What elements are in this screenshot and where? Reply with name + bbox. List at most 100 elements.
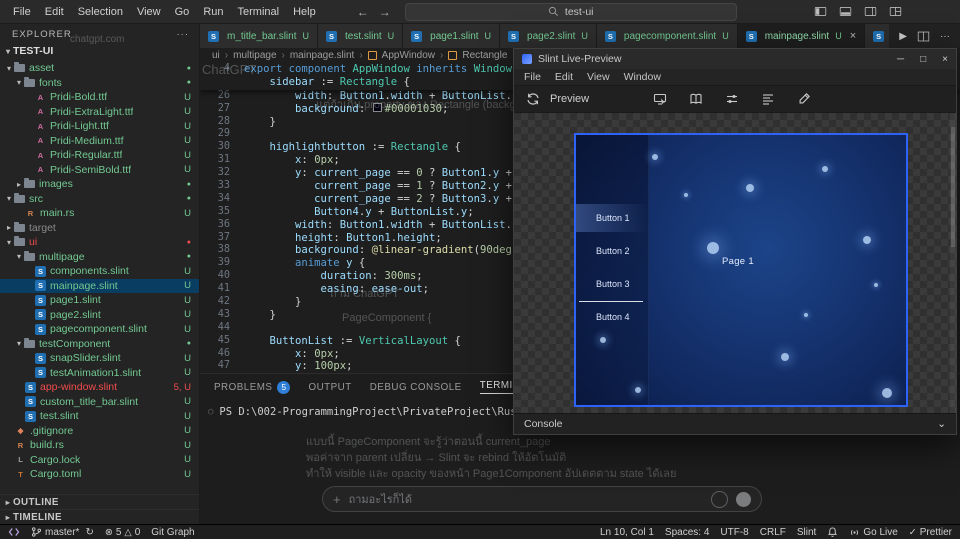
tree-item-Pridi-SemiBold.ttf[interactable]: A Pridi-SemiBold.ttf U bbox=[0, 163, 199, 178]
prettier-status[interactable]: ✓ Prettier bbox=[909, 527, 952, 538]
preview-button-2[interactable]: Button 2 bbox=[576, 237, 648, 265]
tree-item-testAnimation1.slint[interactable]: StestAnimation1.slint U bbox=[0, 366, 199, 381]
tab-page1.slint[interactable]: Spage1.slint U bbox=[403, 24, 501, 48]
line-col-indicator[interactable]: Ln 10, Col 1 bbox=[600, 527, 654, 538]
breadcrumb-item-AppWindow[interactable]: AppWindow bbox=[382, 50, 435, 61]
preview-button-4[interactable]: Button 4 bbox=[576, 303, 648, 331]
preview-menu-edit[interactable]: Edit bbox=[555, 71, 573, 83]
remote-indicator[interactable] bbox=[8, 526, 20, 538]
reload-preview-icon[interactable] bbox=[526, 92, 540, 106]
menu-file[interactable]: File bbox=[6, 0, 38, 24]
project-root-folder[interactable]: ▾ TEST-UI bbox=[0, 43, 199, 59]
breadcrumb-item-multipage[interactable]: multipage bbox=[233, 50, 276, 61]
tree-item-components.slint[interactable]: Scomponents.slint U bbox=[0, 264, 199, 279]
encoding-indicator[interactable]: UTF-8 bbox=[720, 527, 748, 538]
run-button[interactable]: ▶ bbox=[899, 31, 907, 42]
tree-item-.gitignore[interactable]: ◆ .gitignore U bbox=[0, 424, 199, 439]
tree-item-Pridi-Regular.ttf[interactable]: A Pridi-Regular.ttf U bbox=[0, 148, 199, 163]
outline-section[interactable]: ▸ OUTLINE bbox=[0, 494, 199, 509]
tab-test.slint[interactable]: Stest.slint U bbox=[317, 24, 404, 48]
indentation-indicator[interactable]: Spaces: 4 bbox=[665, 527, 709, 538]
tree-item-test.slint[interactable]: Stest.slint U bbox=[0, 409, 199, 424]
go-live-button[interactable]: Go Live bbox=[849, 527, 898, 538]
toggle-sidebar-icon[interactable] bbox=[814, 5, 827, 18]
tree-item-page1.slint[interactable]: Spage1.slint U bbox=[0, 293, 199, 308]
panel-tab-output[interactable]: OUTPUT bbox=[308, 382, 351, 393]
preview-canvas[interactable]: Button 1 Button 2 Button 3 Button 4 Page 1 bbox=[514, 113, 956, 413]
preview-scrollbar[interactable] bbox=[950, 113, 956, 413]
tree-item-app-window.slint[interactable]: Sapp-window.slint 5, U bbox=[0, 380, 199, 395]
explorer-more-icon[interactable]: ··· bbox=[177, 29, 190, 40]
filters-icon[interactable] bbox=[725, 92, 739, 106]
breadcrumb-item-mainpage.slint[interactable]: mainpage.slint bbox=[290, 50, 354, 61]
breadcrumb-item-Rectangle[interactable]: Rectangle bbox=[462, 50, 507, 61]
menu-terminal[interactable]: Terminal bbox=[231, 0, 287, 24]
tree-item-multipage[interactable]: ▾ multipage ● bbox=[0, 250, 199, 265]
tab-m_title_bar.slint[interactable]: Sm_title_bar.slint U bbox=[200, 24, 318, 48]
console-expand-icon[interactable]: ⌄ bbox=[937, 418, 946, 430]
tree-item-build.rs[interactable]: Rbuild.rs U bbox=[0, 438, 199, 453]
menu-view[interactable]: View bbox=[130, 0, 168, 24]
toggle-panel-icon[interactable] bbox=[839, 5, 852, 18]
close-button[interactable]: × bbox=[942, 54, 948, 65]
tab-components.slint[interactable]: Scomponents.slintU bbox=[865, 24, 890, 48]
tree-item-Pridi-ExtraLight.ttf[interactable]: A Pridi-ExtraLight.ttf U bbox=[0, 105, 199, 120]
tree-item-fonts[interactable]: ▾ fonts ● bbox=[0, 76, 199, 91]
problems-status[interactable]: ⊗ 5 △ 0 bbox=[105, 527, 140, 538]
tree-item-testComponent[interactable]: ▾ testComponent ● bbox=[0, 337, 199, 352]
tree-item-Cargo.toml[interactable]: T Cargo.toml U bbox=[0, 467, 199, 482]
style-brush-icon[interactable] bbox=[797, 92, 811, 106]
tree-item-snapSlider.slint[interactable]: SsnapSlider.slint U bbox=[0, 351, 199, 366]
tree-item-Pridi-Light.ttf[interactable]: A Pridi-Light.ttf U bbox=[0, 119, 199, 134]
menu-edit[interactable]: Edit bbox=[38, 0, 71, 24]
preview-console-bar[interactable]: Console ⌄ bbox=[514, 413, 956, 434]
align-icon[interactable] bbox=[761, 92, 775, 106]
preview-button-1[interactable]: Button 1 bbox=[576, 204, 648, 232]
preview-menu-file[interactable]: File bbox=[524, 71, 541, 83]
preview-title-bar[interactable]: Slint Live-Preview ─ □ × bbox=[514, 49, 956, 69]
tree-item-asset[interactable]: ▾ asset ● bbox=[0, 61, 199, 76]
history-forward-icon[interactable]: → bbox=[379, 5, 391, 19]
maximize-button[interactable]: □ bbox=[920, 54, 926, 65]
tree-item-target[interactable]: ▸ target bbox=[0, 221, 199, 236]
tree-item-pagecomponent.slint[interactable]: Spagecomponent.slint U bbox=[0, 322, 199, 337]
panel-tab-debug-console[interactable]: DEBUG CONSOLE bbox=[370, 382, 462, 393]
editor-more-icon[interactable]: ··· bbox=[940, 31, 950, 42]
history-back-icon[interactable]: ← bbox=[357, 5, 369, 19]
tab-page2.slint[interactable]: Spage2.slint U bbox=[500, 24, 597, 48]
eol-indicator[interactable]: CRLF bbox=[760, 527, 786, 538]
close-tab-icon[interactable]: × bbox=[850, 30, 856, 42]
tree-item-mainpage.slint[interactable]: Smainpage.slint U bbox=[0, 278, 199, 293]
preview-menu-window[interactable]: Window bbox=[624, 71, 661, 83]
menu-run[interactable]: Run bbox=[196, 0, 230, 24]
sync-icon[interactable]: ↻ bbox=[85, 527, 93, 538]
tree-item-custom_title_bar.slint[interactable]: Scustom_title_bar.slint U bbox=[0, 395, 199, 410]
git-branch-status[interactable]: master* ↻ bbox=[31, 526, 94, 538]
toggle-secondary-sidebar-icon[interactable] bbox=[864, 5, 877, 18]
language-indicator[interactable]: Slint bbox=[797, 527, 816, 538]
git-graph-button[interactable]: Git Graph bbox=[151, 527, 194, 538]
split-editor-icon[interactable] bbox=[917, 30, 930, 43]
minimize-button[interactable]: ─ bbox=[897, 54, 904, 65]
tree-item-main.rs[interactable]: Rmain.rs U bbox=[0, 206, 199, 221]
tree-item-Pridi-Medium.ttf[interactable]: A Pridi-Medium.ttf U bbox=[0, 134, 199, 149]
tree-item-Pridi-Bold.ttf[interactable]: A Pridi-Bold.ttf U bbox=[0, 90, 199, 105]
timeline-section[interactable]: ▸ TIMELINE bbox=[0, 509, 199, 524]
preview-button-3[interactable]: Button 3 bbox=[576, 270, 648, 298]
menu-go[interactable]: Go bbox=[168, 0, 197, 24]
panel-tab-problems[interactable]: PROBLEMS 5 bbox=[214, 380, 291, 394]
menu-selection[interactable]: Selection bbox=[71, 0, 130, 24]
command-center-search[interactable]: test-ui bbox=[404, 2, 737, 21]
tab-mainpage.slint[interactable]: Smainpage.slint U × bbox=[737, 24, 866, 48]
notifications-bell-icon[interactable] bbox=[827, 526, 838, 538]
inspect-element-icon[interactable] bbox=[653, 92, 667, 106]
tree-item-page2.slint[interactable]: Spage2.slint U bbox=[0, 308, 199, 323]
tree-item-ui[interactable]: ▾ ui ● bbox=[0, 235, 199, 250]
tab-pagecomponent.slint[interactable]: Spagecomponent.slint U bbox=[596, 24, 738, 48]
tree-item-src[interactable]: ▾ src ● bbox=[0, 192, 199, 207]
breadcrumb-item-ui[interactable]: ui bbox=[212, 50, 220, 61]
library-icon[interactable] bbox=[689, 92, 703, 106]
preview-menu-view[interactable]: View bbox=[587, 71, 610, 83]
menu-help[interactable]: Help bbox=[286, 0, 323, 24]
tree-item-images[interactable]: ▸ images ● bbox=[0, 177, 199, 192]
